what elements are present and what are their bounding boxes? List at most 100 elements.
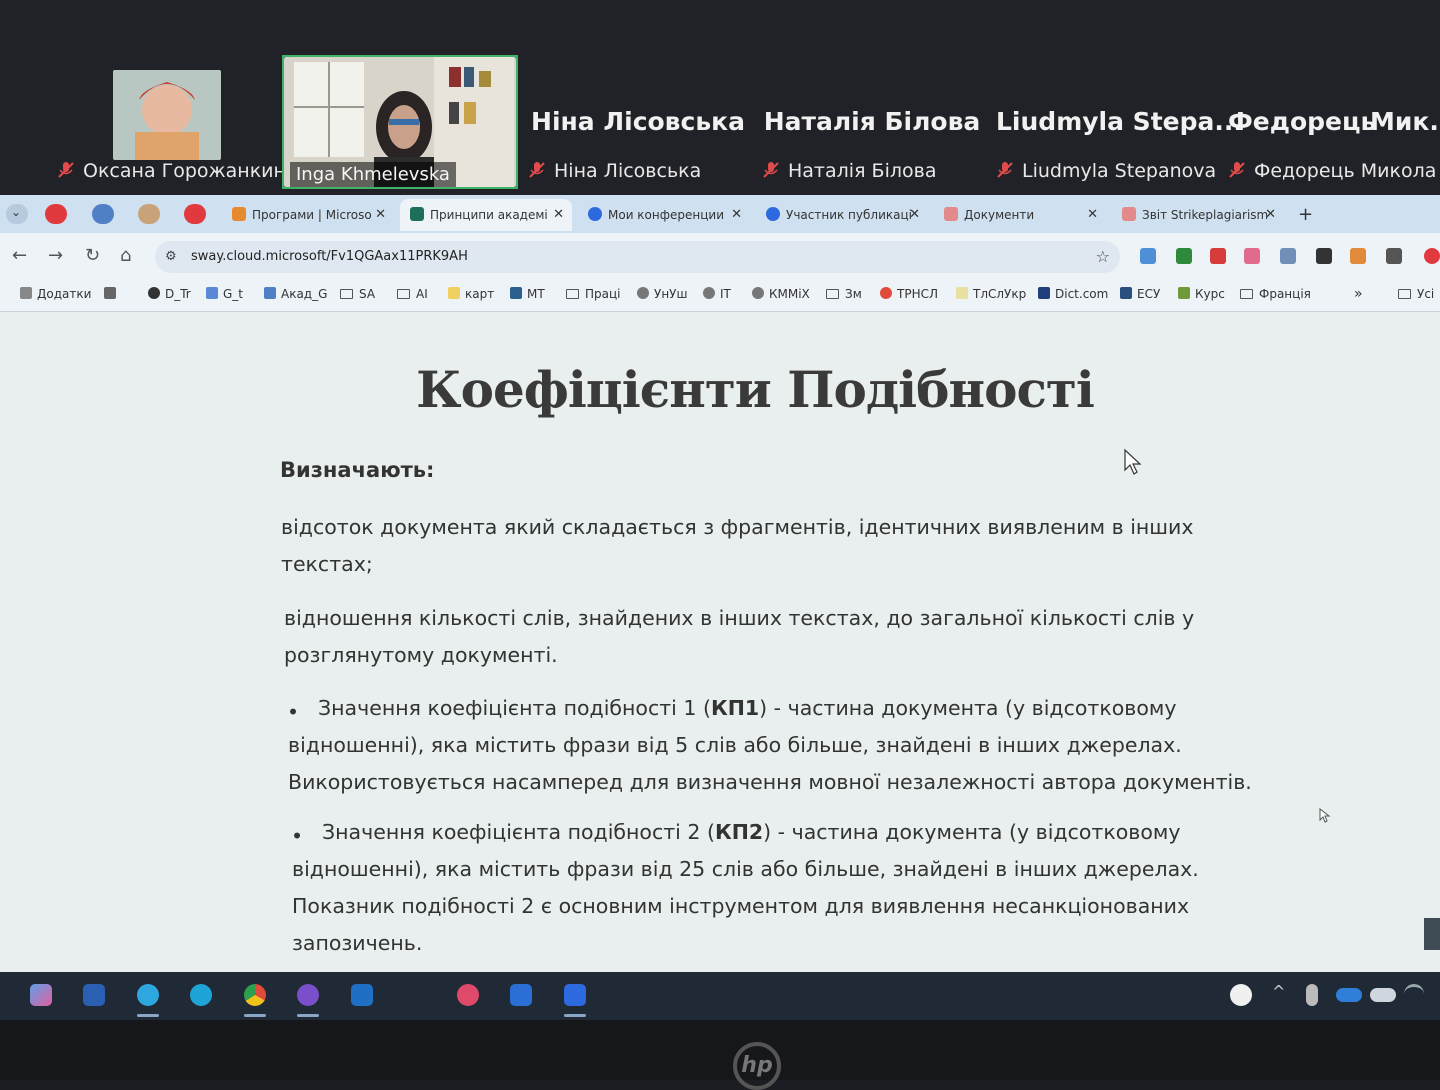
tab-strikeplagiarism[interactable]: Звіт Strikeplagiarism ✕ — [1112, 199, 1284, 231]
paragraph-2: відношення кількості слів, знайдених в і… — [284, 606, 1195, 667]
close-icon[interactable]: ✕ — [1087, 199, 1098, 231]
pinned-tab-icon[interactable] — [138, 204, 160, 224]
bookmark-item[interactable]: Курс — [1178, 281, 1225, 307]
bookmark-icon — [148, 287, 160, 299]
translate-icon[interactable] — [1280, 248, 1296, 264]
bookmark-grid[interactable] — [104, 281, 121, 307]
pinned-tab-youtube-icon[interactable] — [184, 204, 206, 224]
url-text[interactable]: sway.cloud.microsoft/Fv1QGAax11PRK9AH — [191, 241, 468, 273]
extension-icon[interactable] — [1244, 248, 1260, 264]
zoom-participant-strip: Оксана Горожанкина Inga Khmelevska Ніна … — [0, 0, 1440, 195]
bookmark-apps[interactable]: Додатки — [20, 281, 91, 307]
bookmark-icon — [956, 287, 968, 299]
bookmark-item[interactable]: ТРНСЛ — [880, 281, 938, 307]
cloud-icon[interactable] — [1370, 988, 1396, 1002]
participant-display-name: Liudmyla Stepa... — [996, 107, 1243, 136]
running-indicator — [564, 1014, 586, 1017]
folder-icon — [826, 289, 839, 299]
chevron-up-icon[interactable]: ^ — [1272, 982, 1285, 1001]
bookmark-icon — [880, 287, 892, 299]
extension-icon[interactable] — [1350, 248, 1366, 264]
profile-avatar[interactable] — [1424, 248, 1440, 264]
bookmark-folder[interactable]: SA — [340, 281, 375, 307]
bookmark-item[interactable]: ТлСлУкр — [956, 281, 1026, 307]
word-icon[interactable] — [83, 984, 105, 1006]
pinned-tab-youtube-icon[interactable] — [45, 204, 67, 224]
bookmark-icon — [1038, 287, 1050, 299]
address-bar-row: ← → ↻ ⌂ ⚙ sway.cloud.microsoft/Fv1QGAax1… — [0, 233, 1440, 281]
extension-icon[interactable] — [1316, 248, 1332, 264]
url-omnibox[interactable]: ⚙ sway.cloud.microsoft/Fv1QGAax11PRK9AH … — [155, 241, 1120, 273]
mic-muted-icon — [529, 162, 545, 178]
help-icon[interactable] — [1230, 984, 1252, 1006]
viber-icon[interactable] — [297, 984, 319, 1006]
bookmark-icon — [510, 287, 522, 299]
home-icon[interactable]: ⌂ — [120, 245, 131, 266]
tab-participant[interactable]: Участник публикаці ✕ — [756, 199, 928, 231]
bullet-item-kp2: Значення коефіцієнта подібності 2 (КП2) … — [292, 820, 1199, 955]
participant-tile-5[interactable]: Liudmyla Stepa... Liudmyla Stepanova — [996, 55, 1243, 190]
participant-photo — [113, 70, 221, 160]
monitor-bezel — [0, 1020, 1440, 1080]
bookmark-folder[interactable]: Праці — [566, 281, 621, 307]
wifi-icon[interactable] — [1404, 984, 1424, 1009]
tab-documents[interactable]: Документи ✕ — [934, 199, 1106, 231]
tab-conferences[interactable]: Мои конференции ✕ — [578, 199, 750, 231]
bookmark-icon — [206, 287, 218, 299]
participant-tile-7[interactable]: Мик.. — [1370, 55, 1440, 190]
chrome-icon[interactable] — [244, 984, 266, 1006]
extension-icon[interactable] — [1210, 248, 1226, 264]
extension-icon[interactable] — [1140, 248, 1156, 264]
copilot-icon[interactable] — [30, 984, 52, 1006]
zoom-icon — [766, 207, 780, 221]
skype-icon[interactable] — [190, 984, 212, 1006]
navigation-panel-toggle[interactable] — [1424, 918, 1440, 950]
bookmark-folder-all[interactable]: Усі — [1398, 281, 1434, 307]
forward-icon[interactable]: → — [48, 245, 63, 266]
mouse-cursor-icon — [1319, 808, 1331, 823]
browser-tab-bar: ⌄ Програми | Microso ✕ Принципи академі ✕ … — [0, 195, 1440, 233]
bookmark-item[interactable]: Dict.com — [1038, 281, 1108, 307]
close-icon[interactable]: ✕ — [375, 199, 386, 231]
close-icon[interactable]: ✕ — [1265, 199, 1276, 231]
bookmark-item[interactable]: МТ — [510, 281, 545, 307]
tab-principles[interactable]: Принципи академі ✕ — [400, 199, 572, 231]
lingvo-icon[interactable] — [510, 984, 532, 1006]
close-icon[interactable]: ✕ — [909, 199, 920, 231]
bookmark-item[interactable]: G_t — [206, 281, 243, 307]
bookmark-item[interactable]: ЕСУ — [1120, 281, 1160, 307]
close-icon[interactable]: ✕ — [553, 199, 564, 231]
bookmark-item[interactable]: Акад_G — [264, 281, 327, 307]
extensions-puzzle-icon[interactable] — [1386, 248, 1402, 264]
tab-search-button[interactable]: ⌄ — [6, 204, 28, 224]
extension-icon[interactable] — [1176, 248, 1192, 264]
new-tab-button[interactable]: + — [1290, 199, 1320, 231]
bookmark-item[interactable]: IT — [703, 281, 731, 307]
bookmark-item[interactable]: УнУш — [637, 281, 687, 307]
zoom-icon[interactable] — [564, 984, 586, 1006]
participant-tile-3[interactable]: Ніна Лісовська Ніна Лісовська — [528, 55, 748, 190]
bookmark-star-icon[interactable]: ☆ — [1096, 241, 1110, 273]
bookmarks-overflow-button[interactable]: » — [1354, 281, 1363, 307]
tab-programs[interactable]: Програми | Microso ✕ — [222, 199, 394, 231]
microphone-icon[interactable] — [1306, 984, 1318, 1006]
pinned-tab-icon[interactable] — [92, 204, 114, 224]
bookmark-item[interactable]: D_Tr — [148, 281, 191, 307]
participant-name: Ніна Лісовська — [554, 160, 702, 182]
participant-tile-4[interactable]: Наталія Білова Наталія Білова — [762, 55, 982, 190]
telegram-icon[interactable] — [137, 984, 159, 1006]
music-icon[interactable] — [457, 984, 479, 1006]
bookmark-item[interactable]: КММіХ — [752, 281, 810, 307]
onedrive-icon[interactable] — [1336, 988, 1362, 1002]
bookmark-folder[interactable]: AI — [397, 281, 428, 307]
bookmark-folder[interactable]: Зм — [826, 281, 862, 307]
plus-icon: + — [1298, 204, 1314, 225]
bookmark-item[interactable]: карт — [448, 281, 494, 307]
back-icon[interactable]: ← — [12, 245, 27, 266]
outlook-icon[interactable] — [351, 984, 373, 1006]
site-settings-icon[interactable]: ⚙ — [165, 241, 177, 273]
close-icon[interactable]: ✕ — [731, 199, 742, 231]
bookmark-folder[interactable]: Франція — [1240, 281, 1311, 307]
participant-tile-1[interactable]: Оксана Горожанкина — [55, 55, 298, 190]
reload-icon[interactable]: ↻ — [85, 245, 100, 266]
